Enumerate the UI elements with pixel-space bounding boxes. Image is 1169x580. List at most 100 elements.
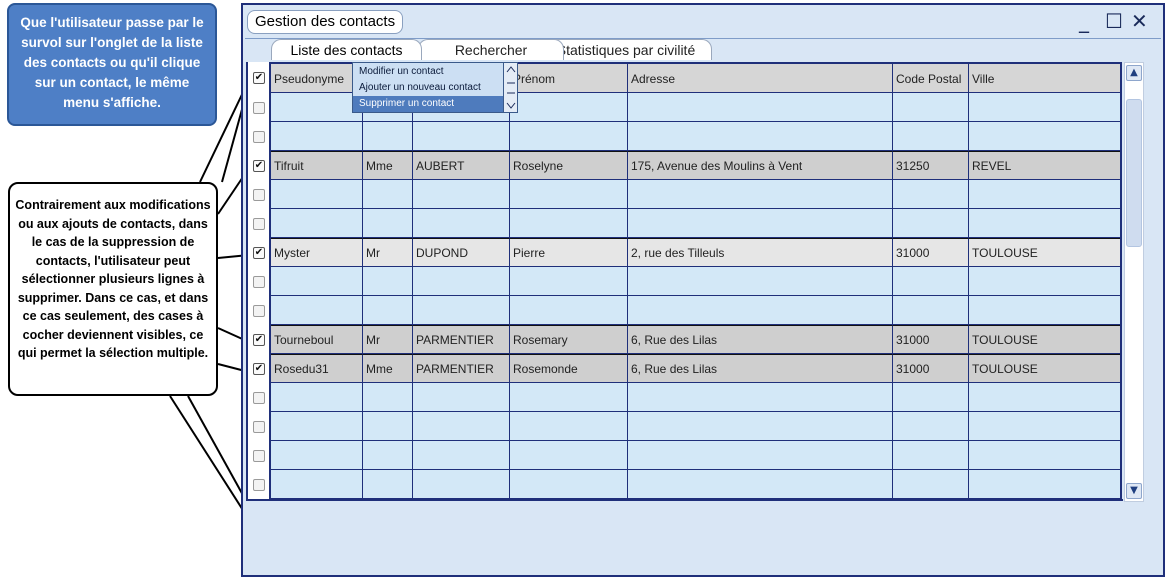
table-cell[interactable]: Rosemary [510,325,628,354]
table-cell[interactable] [510,383,628,412]
column-header[interactable]: Adresse [628,62,893,93]
table-cell[interactable]: 31000 [893,354,969,383]
table-cell[interactable] [413,383,510,412]
table-cell[interactable] [969,180,1121,209]
table-cell[interactable] [969,122,1121,151]
table-cell[interactable] [510,441,628,470]
column-header[interactable]: Code Postal [893,62,969,93]
row-checkbox[interactable] [253,102,265,114]
row-checkbox[interactable]: ✔ [253,247,265,259]
table-cell[interactable] [363,180,413,209]
menu-item-supprimer[interactable]: Supprimer un contact [353,96,503,112]
table-cell[interactable] [510,267,628,296]
menu-item-modifier[interactable]: Modifier un contact [353,64,503,80]
table-cell[interactable] [363,470,413,499]
table-cell[interactable]: 175, Avenue des Moulins à Vent [628,151,893,180]
table-cell[interactable]: Tifruit [271,151,363,180]
table-cell[interactable] [628,296,893,325]
table-cell[interactable] [413,470,510,499]
table-cell[interactable] [413,267,510,296]
menu-item-ajouter[interactable]: Ajouter un nouveau contact [353,80,503,96]
table-cell[interactable] [271,267,363,296]
table-cell[interactable]: Mme [363,151,413,180]
row-checkbox[interactable] [253,305,265,317]
table-cell[interactable]: Tourneboul [271,325,363,354]
table-cell[interactable] [271,412,363,441]
table-cell[interactable] [893,209,969,238]
table-cell[interactable] [628,383,893,412]
table-cell[interactable] [413,296,510,325]
row-checkbox[interactable] [253,189,265,201]
table-cell[interactable]: AUBERT [413,151,510,180]
table-cell[interactable] [628,412,893,441]
table-cell[interactable] [413,441,510,470]
table-cell[interactable]: DUPOND [413,238,510,267]
table-cell[interactable]: Mme [363,354,413,383]
table-cell[interactable] [969,267,1121,296]
row-checkbox[interactable] [253,392,265,404]
table-cell[interactable] [893,383,969,412]
table-cell[interactable] [363,209,413,238]
scroll-up-icon[interactable]: ▲ [1126,65,1142,81]
table-cell[interactable] [363,122,413,151]
table-scrollbar[interactable]: ▲ ▼ [1124,62,1144,502]
table-cell[interactable] [413,209,510,238]
row-checkbox[interactable] [253,218,265,230]
table-cell[interactable] [628,441,893,470]
table-cell[interactable] [510,93,628,122]
table-cell[interactable] [628,470,893,499]
table-cell[interactable] [363,383,413,412]
table-cell[interactable] [893,267,969,296]
row-checkbox[interactable] [253,479,265,491]
row-checkbox[interactable] [253,131,265,143]
table-cell[interactable]: TOULOUSE [969,354,1121,383]
table-cell[interactable] [413,122,510,151]
table-cell[interactable] [271,383,363,412]
table-cell[interactable] [271,470,363,499]
scroll-down-icon[interactable]: ▼ [1126,483,1142,499]
column-header[interactable]: Pseudonyme [271,62,363,93]
table-cell[interactable] [893,470,969,499]
row-checkbox[interactable] [253,276,265,288]
table-cell[interactable] [510,470,628,499]
table-cell[interactable] [363,296,413,325]
table-cell[interactable] [271,122,363,151]
table-cell[interactable] [893,180,969,209]
menu-scrollbar[interactable] [503,63,517,112]
column-header[interactable]: Prénom [510,62,628,93]
table-cell[interactable]: TOULOUSE [969,325,1121,354]
table-cell[interactable] [893,296,969,325]
table-cell[interactable]: Roselyne [510,151,628,180]
scroll-thumb[interactable] [1126,99,1142,247]
row-checkbox[interactable]: ✔ [253,334,265,346]
table-cell[interactable] [969,209,1121,238]
row-checkbox[interactable]: ✔ [253,160,265,172]
table-cell[interactable] [510,209,628,238]
table-cell[interactable] [969,383,1121,412]
table-cell[interactable] [363,412,413,441]
table-cell[interactable]: 31000 [893,238,969,267]
table-cell[interactable] [628,180,893,209]
maximize-icon[interactable]: ☐ [1105,9,1123,33]
table-cell[interactable]: PARMENTIER [413,354,510,383]
table-cell[interactable] [413,412,510,441]
tab-liste-contacts[interactable]: Liste des contacts [271,39,422,60]
select-all-checkbox[interactable]: ✔ [253,72,265,84]
table-cell[interactable] [969,470,1121,499]
table-cell[interactable] [969,93,1121,122]
table-cell[interactable] [969,412,1121,441]
table-cell[interactable] [271,296,363,325]
tab-statistiques[interactable]: Statistiques par civilité [540,39,712,60]
table-cell[interactable] [510,296,628,325]
table-cell[interactable]: 6, Rue des Lilas [628,325,893,354]
table-cell[interactable] [510,180,628,209]
table-cell[interactable] [628,209,893,238]
table-cell[interactable] [510,122,628,151]
table-cell[interactable]: 6, Rue des Lilas [628,354,893,383]
table-cell[interactable] [363,441,413,470]
table-cell[interactable]: Mr [363,325,413,354]
table-cell[interactable]: PARMENTIER [413,325,510,354]
table-cell[interactable] [893,412,969,441]
table-cell[interactable]: Rosedu31 [271,354,363,383]
table-cell[interactable]: 2, rue des Tilleuls [628,238,893,267]
